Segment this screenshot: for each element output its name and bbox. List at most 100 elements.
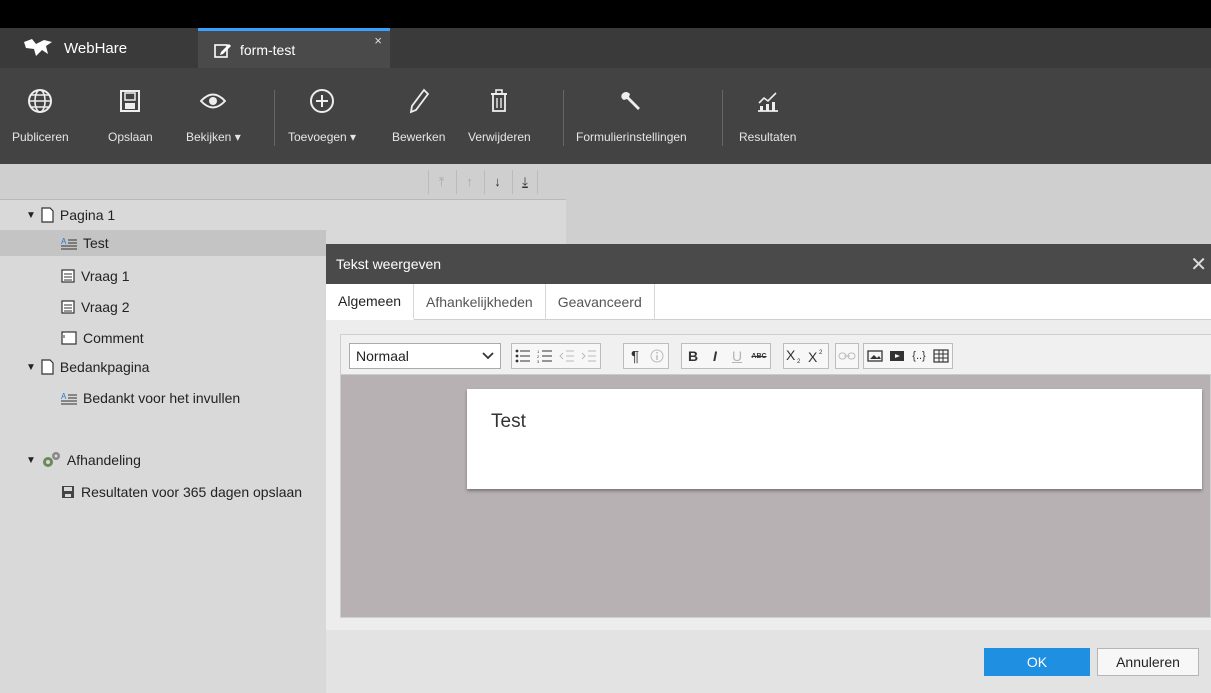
dialog-footer: OK Annuleren [326, 630, 1211, 693]
tree-item-resultaten-opslaan[interactable]: Resultaten voor 365 dagen opslaan [0, 479, 326, 505]
toolbar-divider [722, 90, 723, 146]
video-icon[interactable] [886, 344, 908, 368]
script-buttons: X2 X2 [783, 343, 829, 369]
tree-item-label: Bedankpagina [59, 359, 150, 375]
paragraph-style-select[interactable]: Normaal [349, 343, 501, 369]
italic-icon[interactable]: I [704, 344, 726, 368]
tree-item-label: Vraag 2 [81, 299, 130, 315]
dialog-tabs: Algemeen Afhankelijkheden Geavanceerd [326, 284, 1211, 320]
publish-label: Publiceren [12, 130, 69, 144]
pencil-icon [409, 88, 429, 114]
info-icon[interactable] [646, 344, 668, 368]
underline-icon[interactable]: U [726, 344, 748, 368]
add-button[interactable]: Toevoegen ▾ [288, 84, 356, 144]
pilcrow-icon[interactable]: ¶ [624, 344, 646, 368]
indent-icon[interactable] [578, 344, 600, 368]
dialog-title: Tekst weergeven [336, 256, 442, 272]
results-label: Resultaten [739, 130, 797, 144]
edit-document-icon [214, 43, 231, 58]
tab-title: form-test [240, 41, 296, 58]
cancel-button[interactable]: Annuleren [1097, 648, 1199, 676]
plus-circle-icon [310, 89, 335, 113]
move-down-button[interactable]: ↓ [484, 170, 510, 194]
form-settings-label: Formulierinstellingen [576, 130, 687, 144]
table-icon[interactable] [930, 344, 952, 368]
text-icon: A [61, 392, 77, 405]
tree-item-page1[interactable]: ▼ Pagina 1 [0, 202, 566, 228]
toolbar-divider [563, 90, 564, 146]
chevron-down-icon [482, 346, 494, 369]
embed-code-icon[interactable]: {..} [908, 344, 930, 368]
format-buttons: B I U ABC [681, 343, 771, 369]
move-up-button[interactable]: ↑ [456, 170, 482, 194]
tree-item-vraag1[interactable]: Vraag 1 [0, 263, 326, 289]
superscript-icon[interactable]: X2 [806, 344, 828, 368]
tree-item-label: Vraag 1 [81, 268, 130, 284]
numbered-list-icon[interactable]: 123 [534, 344, 556, 368]
publish-button[interactable]: Publiceren [12, 84, 69, 144]
ok-button[interactable]: OK [984, 648, 1090, 676]
expand-triangle-icon[interactable]: ▼ [26, 210, 36, 221]
editor-toolbar: Normaal 123 ¶ B I U ABC X 2 X 2 {..} [341, 335, 1211, 375]
tree-item-bedankt[interactable]: A Bedankt voor het invullen [0, 385, 326, 411]
delete-label: Verwijderen [468, 130, 531, 144]
tree-item-vraag2[interactable]: Vraag 2 [0, 294, 326, 320]
subscript-icon[interactable]: X2 [784, 344, 806, 368]
delete-button[interactable]: Verwijderen [468, 84, 531, 144]
link-icon[interactable] [836, 344, 858, 368]
svg-text:2: 2 [797, 359, 801, 364]
move-bottom-button[interactable]: ⤓ [512, 170, 538, 194]
move-top-button[interactable]: ⤒ [428, 170, 454, 194]
tree-item-comment[interactable]: Comment [0, 325, 326, 351]
close-tab-icon[interactable]: × [374, 33, 382, 48]
trash-icon [491, 89, 508, 112]
tree-item-bedankpagina[interactable]: ▼ Bedankpagina [0, 354, 326, 380]
page-icon [41, 359, 54, 375]
view-label: Bekijken ▾ [186, 130, 241, 144]
tree-item-afhandeling[interactable]: ▼ Afhandeling [0, 447, 326, 473]
edit-label: Bewerken [392, 130, 446, 144]
expand-triangle-icon[interactable]: ▼ [26, 362, 36, 373]
webhare-logo-icon [24, 39, 52, 56]
floppy-icon [62, 486, 74, 498]
view-button[interactable]: Bekijken ▾ [186, 84, 241, 144]
editor-content[interactable]: Test [491, 411, 526, 433]
rich-text-editor: Normaal 123 ¶ B I U ABC X 2 X 2 {..} Tes… [340, 334, 1211, 618]
question-field-icon [61, 300, 75, 314]
image-icon[interactable] [864, 344, 886, 368]
tab-afhankelijkheden[interactable]: Afhankelijkheden [414, 284, 546, 320]
outdent-icon[interactable] [556, 344, 578, 368]
close-dialog-icon[interactable]: ✕ [1190, 252, 1207, 277]
tab-form-test[interactable]: form-test × [198, 28, 390, 68]
paragraph-buttons: ¶ [623, 343, 669, 369]
add-label: Toevoegen ▾ [288, 130, 357, 144]
tree-item-label: Bedankt voor het invullen [83, 390, 241, 406]
strikethrough-icon[interactable]: ABC [748, 344, 770, 368]
edit-button[interactable]: Bewerken [392, 84, 445, 144]
floppy-icon [120, 90, 141, 112]
tree-item-label: Comment [83, 330, 144, 346]
bold-icon[interactable]: B [682, 344, 704, 368]
svg-text:3: 3 [537, 359, 540, 363]
svg-text:X: X [786, 348, 796, 363]
editor-page[interactable]: Test [467, 389, 1202, 489]
results-button[interactable]: Resultaten [739, 84, 796, 144]
tree-item-label: Pagina 1 [59, 207, 116, 223]
dialog-titlebar: Tekst weergeven ✕ [326, 244, 1211, 284]
tab-geavanceerd[interactable]: Geavanceerd [546, 284, 655, 320]
top-bar [0, 0, 1211, 28]
tree-item-test[interactable]: A Test [0, 230, 326, 256]
insert-buttons: {..} [863, 343, 953, 369]
comment-field-icon [61, 331, 77, 345]
tree-item-label: Test [83, 235, 109, 251]
save-button[interactable]: Opslaan [108, 84, 153, 144]
save-label: Opslaan [108, 130, 153, 144]
bullet-list-icon[interactable] [512, 344, 534, 368]
expand-triangle-icon[interactable]: ▼ [26, 455, 36, 466]
tab-bar: WebHare form-test × [0, 28, 1211, 68]
app-tab[interactable]: WebHare [0, 28, 198, 68]
tab-algemeen[interactable]: Algemeen [326, 284, 415, 320]
form-settings-button[interactable]: Formulierinstellingen [576, 84, 687, 144]
svg-text:2: 2 [819, 350, 823, 356]
tree-header: ⤒ ↑ ↓ ⤓ [0, 164, 566, 200]
